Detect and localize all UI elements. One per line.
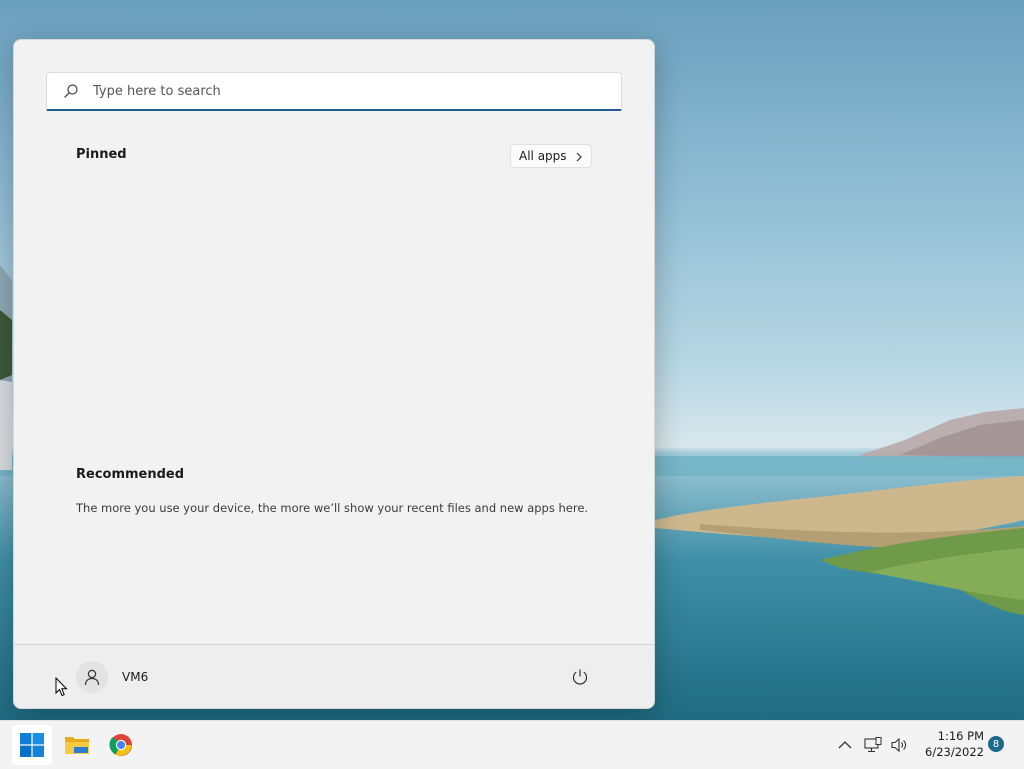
- clock-time: 1:16 PM: [937, 729, 984, 743]
- search-box[interactable]: [46, 72, 622, 111]
- start-menu-footer: VM6: [14, 644, 654, 708]
- windows-start-icon: [20, 733, 44, 757]
- avatar: [76, 661, 108, 693]
- taskbar: 1:16 PM 6/23/2022 8: [0, 720, 1024, 769]
- chevron-right-icon: [575, 151, 583, 162]
- recommended-empty-message: The more you use your device, the more w…: [76, 501, 589, 515]
- clock-date: 6/23/2022: [925, 745, 984, 759]
- user-account-button[interactable]: VM6: [76, 661, 148, 693]
- start-menu: Pinned All apps Recommended The more you…: [13, 39, 655, 709]
- chrome-button[interactable]: [101, 725, 141, 765]
- chevron-up-icon: [838, 741, 852, 749]
- user-icon: [84, 669, 100, 686]
- start-button[interactable]: [12, 725, 52, 765]
- all-apps-label: All apps: [519, 149, 567, 163]
- chrome-icon: [109, 734, 132, 756]
- network-button[interactable]: [862, 733, 884, 757]
- search-input[interactable]: [91, 82, 621, 100]
- file-explorer-icon: [65, 737, 89, 754]
- search-icon: [63, 83, 79, 99]
- file-explorer-button[interactable]: [57, 725, 97, 765]
- user-name: VM6: [122, 670, 149, 684]
- clock[interactable]: 1:16 PM 6/23/2022: [914, 728, 984, 760]
- recommended-heading: Recommended: [76, 467, 185, 482]
- notification-badge[interactable]: 8: [988, 736, 1004, 752]
- all-apps-button[interactable]: All apps: [510, 144, 592, 168]
- network-icon: [864, 737, 882, 753]
- volume-button[interactable]: [888, 733, 910, 757]
- power-icon: [572, 669, 588, 685]
- pinned-heading: Pinned: [76, 147, 127, 162]
- mouse-cursor-icon: [55, 677, 68, 697]
- show-hidden-icons-button[interactable]: [836, 733, 854, 757]
- speaker-icon: [891, 737, 906, 753]
- power-button[interactable]: [569, 666, 591, 688]
